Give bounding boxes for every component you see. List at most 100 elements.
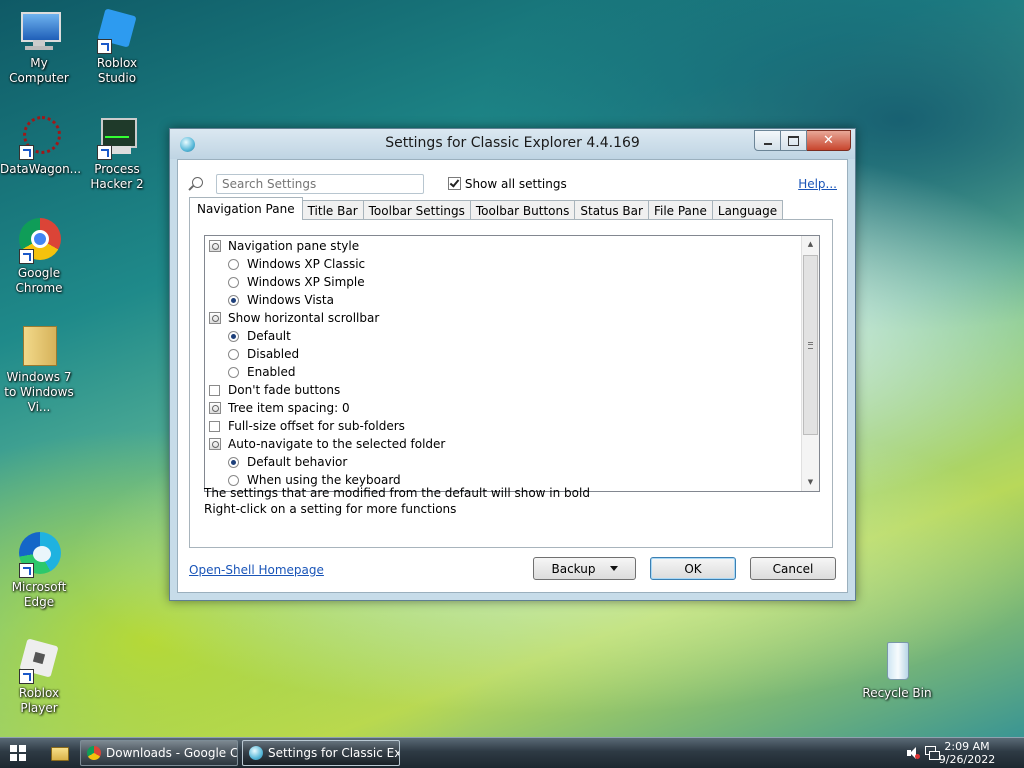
settings-group-icon: [209, 240, 221, 252]
roblox-player-icon: [17, 638, 61, 684]
tab-navigation-pane[interactable]: Navigation Pane: [189, 197, 303, 220]
datawagon-icon: [17, 114, 61, 160]
volume-muted-icon[interactable]: [907, 747, 920, 759]
radio-button-selected[interactable]: [228, 456, 239, 468]
start-button[interactable]: [10, 745, 26, 761]
radio-button-selected[interactable]: [228, 330, 239, 342]
setting-label: Full-size offset for sub-folders: [228, 419, 405, 433]
desktop-icon-win7-to-vista[interactable]: Windows 7 to Windows Vi...: [0, 322, 78, 415]
setting-radio[interactable]: Windows XP Simple: [209, 273, 801, 291]
title-bar[interactable]: Settings for Classic Explorer 4.4.169 ✕: [170, 129, 855, 159]
taskbar-button-label: Settings for Classic Expl...: [268, 746, 399, 760]
desktop-icon-label: Roblox Player: [18, 686, 60, 715]
setting-radio[interactable]: Enabled: [209, 363, 801, 381]
cancel-button[interactable]: Cancel: [750, 557, 836, 580]
setting-label: Default: [247, 329, 291, 343]
desktop-icon-google-chrome[interactable]: Google Chrome: [0, 218, 78, 296]
radio-button-selected[interactable]: [228, 294, 239, 306]
close-button[interactable]: ✕: [807, 130, 851, 151]
checkbox[interactable]: [209, 384, 220, 396]
backup-button-label: Backup: [551, 561, 596, 576]
setting-radio[interactable]: Disabled: [209, 345, 801, 363]
roblox-studio-icon: [95, 8, 139, 54]
setting-group[interactable]: Show horizontal scrollbar: [209, 309, 801, 327]
desktop-icon-datawagon[interactable]: DataWagon...: [0, 114, 81, 177]
desktop-icon-roblox-studio[interactable]: Roblox Studio: [78, 8, 156, 86]
setting-label: Auto-navigate to the selected folder: [228, 437, 446, 451]
file-explorer-taskbar-button[interactable]: [48, 742, 70, 763]
shortcut-arrow-icon: [19, 669, 34, 684]
desktop-icon-label: Microsoft Edge: [11, 580, 67, 609]
search-icon: [192, 177, 203, 188]
maximize-button[interactable]: [781, 130, 807, 151]
scroll-down-arrow-icon[interactable]: ▼: [802, 474, 819, 491]
scrollbar-thumb[interactable]: [803, 255, 818, 435]
radio-button[interactable]: [228, 276, 239, 288]
desktop-icon-label: My Computer: [9, 56, 69, 85]
setting-checkbox[interactable]: Full-size offset for sub-folders: [209, 417, 801, 435]
classic-explorer-icon: [249, 746, 263, 760]
radio-button[interactable]: [228, 348, 239, 360]
setting-group[interactable]: Navigation pane style: [209, 237, 801, 255]
tab-status-bar[interactable]: Status Bar: [574, 200, 649, 220]
radio-button[interactable]: [228, 258, 239, 270]
setting-label: Disabled: [247, 347, 300, 361]
setting-group[interactable]: Tree item spacing: 0: [209, 399, 801, 417]
desktop-icon-label: Roblox Studio: [96, 56, 138, 85]
scroll-up-arrow-icon[interactable]: ▲: [802, 236, 819, 253]
settings-window: Settings for Classic Explorer 4.4.169 ✕ …: [169, 128, 856, 601]
desktop-icon-roblox-player[interactable]: Roblox Player: [0, 638, 78, 716]
desktop-icon-my-computer[interactable]: My Computer: [0, 8, 78, 86]
ok-button[interactable]: OK: [650, 557, 736, 580]
folder-icon: [51, 747, 69, 761]
desktop-icon-process-hacker[interactable]: Process Hacker 2: [78, 114, 156, 192]
system-clock[interactable]: 2:09 AM 9/26/2022: [932, 740, 1002, 766]
backup-button[interactable]: Backup: [533, 557, 636, 580]
setting-checkbox[interactable]: Don't fade buttons: [209, 381, 801, 399]
taskbar: Downloads - Google Chr... Settings for C…: [0, 737, 1024, 768]
show-all-settings-label: Show all settings: [464, 177, 567, 191]
tab-toolbar-buttons[interactable]: Toolbar Buttons: [469, 200, 576, 220]
vertical-scrollbar[interactable]: ▲ ▼: [801, 236, 819, 491]
setting-group[interactable]: Auto-navigate to the selected folder: [209, 435, 801, 453]
chrome-icon: [17, 218, 61, 264]
tab-file-pane[interactable]: File Pane: [647, 200, 713, 220]
minimize-button[interactable]: [754, 130, 781, 151]
setting-radio[interactable]: Default behavior: [209, 453, 801, 471]
show-all-settings-checkbox[interactable]: [448, 177, 461, 190]
shortcut-arrow-icon: [19, 145, 34, 160]
shortcut-arrow-icon: [97, 39, 112, 54]
settings-group-icon: [209, 402, 221, 414]
setting-radio[interactable]: Windows Vista: [209, 291, 801, 309]
tab-title-bar[interactable]: Title Bar: [301, 200, 364, 220]
open-shell-homepage-link[interactable]: Open-Shell Homepage: [189, 563, 324, 577]
radio-button[interactable]: [228, 366, 239, 378]
search-input[interactable]: [216, 174, 424, 194]
desktop-icon-label: Google Chrome: [15, 266, 63, 295]
shortcut-arrow-icon: [19, 249, 34, 264]
chrome-icon: [87, 746, 101, 760]
process-hacker-icon: [95, 114, 139, 160]
desktop-icon-microsoft-edge[interactable]: Microsoft Edge: [0, 532, 78, 610]
desktop-icon-recycle-bin[interactable]: Recycle Bin: [858, 638, 936, 701]
show-all-settings-option[interactable]: Show all settings: [448, 177, 567, 191]
setting-label: Default behavior: [247, 455, 348, 469]
taskbar-button-chrome-downloads[interactable]: Downloads - Google Chr...: [80, 740, 238, 766]
setting-label: Windows Vista: [247, 293, 334, 307]
desktop-icon-label: Process Hacker 2: [90, 162, 144, 191]
clock-date: 9/26/2022: [938, 753, 996, 766]
setting-radio[interactable]: Windows XP Classic: [209, 255, 801, 273]
edge-icon: [17, 532, 61, 578]
modified-settings-note: The settings that are modified from the …: [204, 486, 590, 500]
settings-tree: Navigation pane style Windows XP Classic…: [204, 235, 820, 492]
help-link[interactable]: Help...: [798, 177, 837, 191]
tab-language[interactable]: Language: [711, 200, 784, 220]
checkbox[interactable]: [209, 420, 220, 432]
setting-radio[interactable]: Default: [209, 327, 801, 345]
radio-button[interactable]: [228, 474, 239, 486]
tab-toolbar-settings[interactable]: Toolbar Settings: [362, 200, 471, 220]
taskbar-button-classic-explorer-settings[interactable]: Settings for Classic Expl...: [242, 740, 400, 766]
folder-icon: [17, 322, 61, 366]
clock-time: 2:09 AM: [944, 740, 990, 753]
dropdown-arrow-icon: [609, 566, 618, 571]
